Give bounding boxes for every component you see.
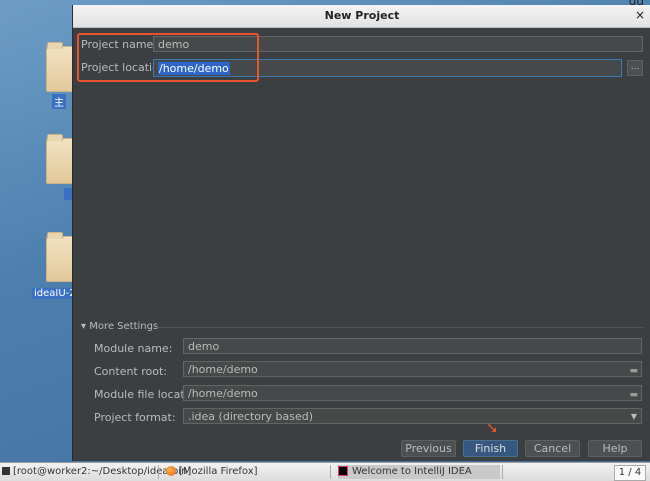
new-project-dialog: New Project × Project name: demo Project… [72, 5, 650, 461]
intellij-icon [338, 466, 348, 476]
annotation-highlight-box [77, 33, 259, 82]
module-name-field[interactable]: demo [183, 338, 642, 354]
desktop-icon-label: 主 [52, 94, 66, 109]
project-format-label: Project format: [94, 411, 176, 424]
firefox-icon [166, 466, 176, 476]
taskbar-separator [502, 465, 503, 479]
module-name-value: demo [188, 340, 220, 353]
cancel-button[interactable]: Cancel [525, 440, 580, 457]
finish-button[interactable]: Finish [463, 440, 518, 457]
close-icon[interactable]: × [635, 8, 645, 22]
more-settings-label: More Settings [89, 321, 159, 332]
module-file-location-value: /home/demo [188, 387, 258, 400]
dialog-title: New Project [324, 9, 400, 22]
content-root-label: Content root: [94, 365, 168, 378]
taskbar-item-label: Welcome to IntelliJ IDEA [352, 466, 472, 477]
annotation-arrow-icon: ➘ [486, 419, 499, 437]
dialog-titlebar[interactable]: New Project × [73, 5, 650, 28]
project-format-value: .idea (directory based) [188, 410, 314, 423]
content-root-field[interactable]: /home/demo ▬ [183, 361, 642, 377]
folder-browse-icon[interactable]: ▬ [629, 387, 638, 403]
content-root-value: /home/demo [188, 363, 258, 376]
taskbar-item-intellij[interactable]: Welcome to IntelliJ IDEA [338, 465, 500, 479]
module-name-label: Module name: [94, 342, 173, 355]
taskbar: [root@worker2:~/Desktop/idea/bin] [Mozil… [0, 462, 650, 481]
chevron-down-icon: ▼ [630, 412, 637, 421]
taskbar-item-label: [Mozilla Firefox] [179, 466, 258, 477]
terminal-icon [2, 467, 10, 475]
more-settings-toggle[interactable]: ▾ More Settings [81, 321, 158, 332]
folder-browse-icon[interactable]: ▬ [629, 363, 638, 379]
browse-button[interactable]: ... [627, 60, 643, 76]
taskbar-item-firefox[interactable]: [Mozilla Firefox] [166, 465, 258, 479]
taskbar-separator [330, 465, 331, 479]
previous-button[interactable]: Previous [401, 440, 456, 457]
help-button[interactable]: Help [588, 440, 642, 457]
section-divider [157, 327, 643, 328]
taskbar-item-terminal[interactable]: [root@worker2:~/Desktop/idea/bin] [2, 465, 191, 479]
module-file-location-field[interactable]: /home/demo ▬ [183, 385, 642, 401]
desktop-icon-label: ideaIU-2 [32, 288, 78, 299]
workspace-pager[interactable]: 1 / 4 [614, 465, 646, 481]
project-format-select[interactable]: .idea (directory based) ▼ [183, 408, 642, 424]
taskbar-item-label: [root@worker2:~/Desktop/idea/bin] [13, 466, 192, 477]
taskbar-separator [158, 465, 159, 479]
